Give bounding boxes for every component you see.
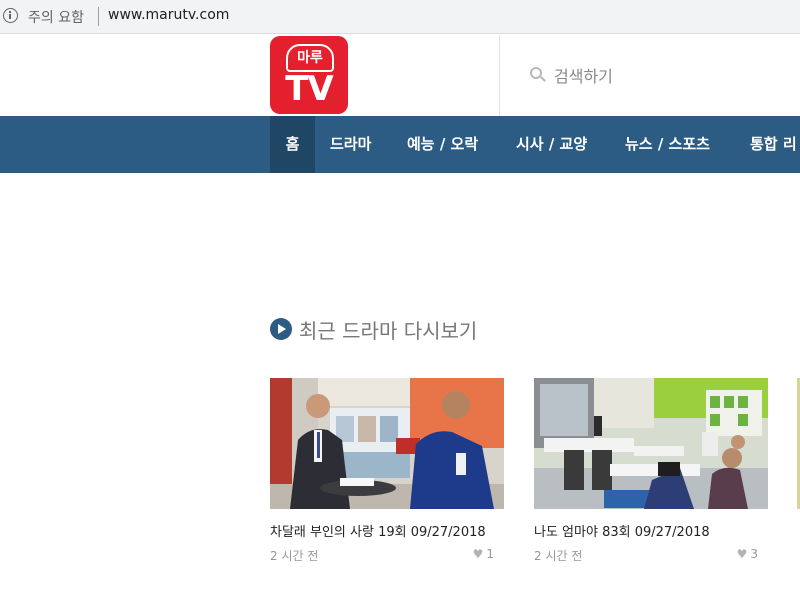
video-thumbnail[interactable] [270, 378, 504, 509]
nav-news-sports[interactable]: 뉴스 / 스포츠 [625, 116, 710, 173]
site-header: 마루 TV 검색하기 [0, 35, 800, 116]
video-time: 2 시간 전 [270, 549, 319, 563]
header-divider [499, 35, 500, 116]
video-title[interactable]: 차달래 부인의 사랑 19회 09/27/2018 [270, 521, 486, 540]
video-title[interactable]: 나도 엄마야 83회 09/27/2018 [534, 521, 710, 540]
heart-icon[interactable]: ♥ [473, 547, 484, 561]
section-title: 최근 드라마 다시보기 [299, 319, 478, 343]
address-separator [98, 7, 99, 26]
address-bar[interactable]: 주의 요함 www.marutv.com [0, 0, 800, 34]
logo-top-text: 마루 [286, 44, 334, 72]
nav-home[interactable]: 홈 [270, 116, 315, 173]
info-icon[interactable] [3, 8, 18, 23]
search-icon[interactable] [530, 67, 542, 79]
search-input[interactable]: 검색하기 [554, 63, 613, 87]
like-count: 1 [486, 547, 494, 561]
security-warning[interactable]: 주의 요함 [28, 7, 84, 27]
video-likes: ♥ 3 [737, 547, 758, 561]
url-text[interactable]: www.marutv.com [108, 7, 229, 23]
video-thumbnail[interactable] [534, 378, 768, 509]
like-count: 3 [750, 547, 758, 561]
site-logo[interactable]: 마루 TV [270, 36, 348, 114]
nav-entertainment[interactable]: 예능 / 오락 [407, 116, 478, 173]
video-likes: ♥ 1 [473, 547, 494, 561]
nav-current-affairs[interactable]: 시사 / 교양 [516, 116, 587, 173]
heart-icon[interactable]: ♥ [737, 547, 748, 561]
video-time: 2 시간 전 [534, 549, 583, 563]
nav-drama[interactable]: 드라마 [330, 116, 371, 173]
logo-main-text: TV [285, 69, 334, 109]
main-nav: 홈 드라마 예능 / 오락 시사 / 교양 뉴스 / 스포츠 통합 리 [0, 116, 800, 173]
play-circle-icon [270, 318, 292, 340]
nav-integrated[interactable]: 통합 리 [750, 116, 797, 173]
